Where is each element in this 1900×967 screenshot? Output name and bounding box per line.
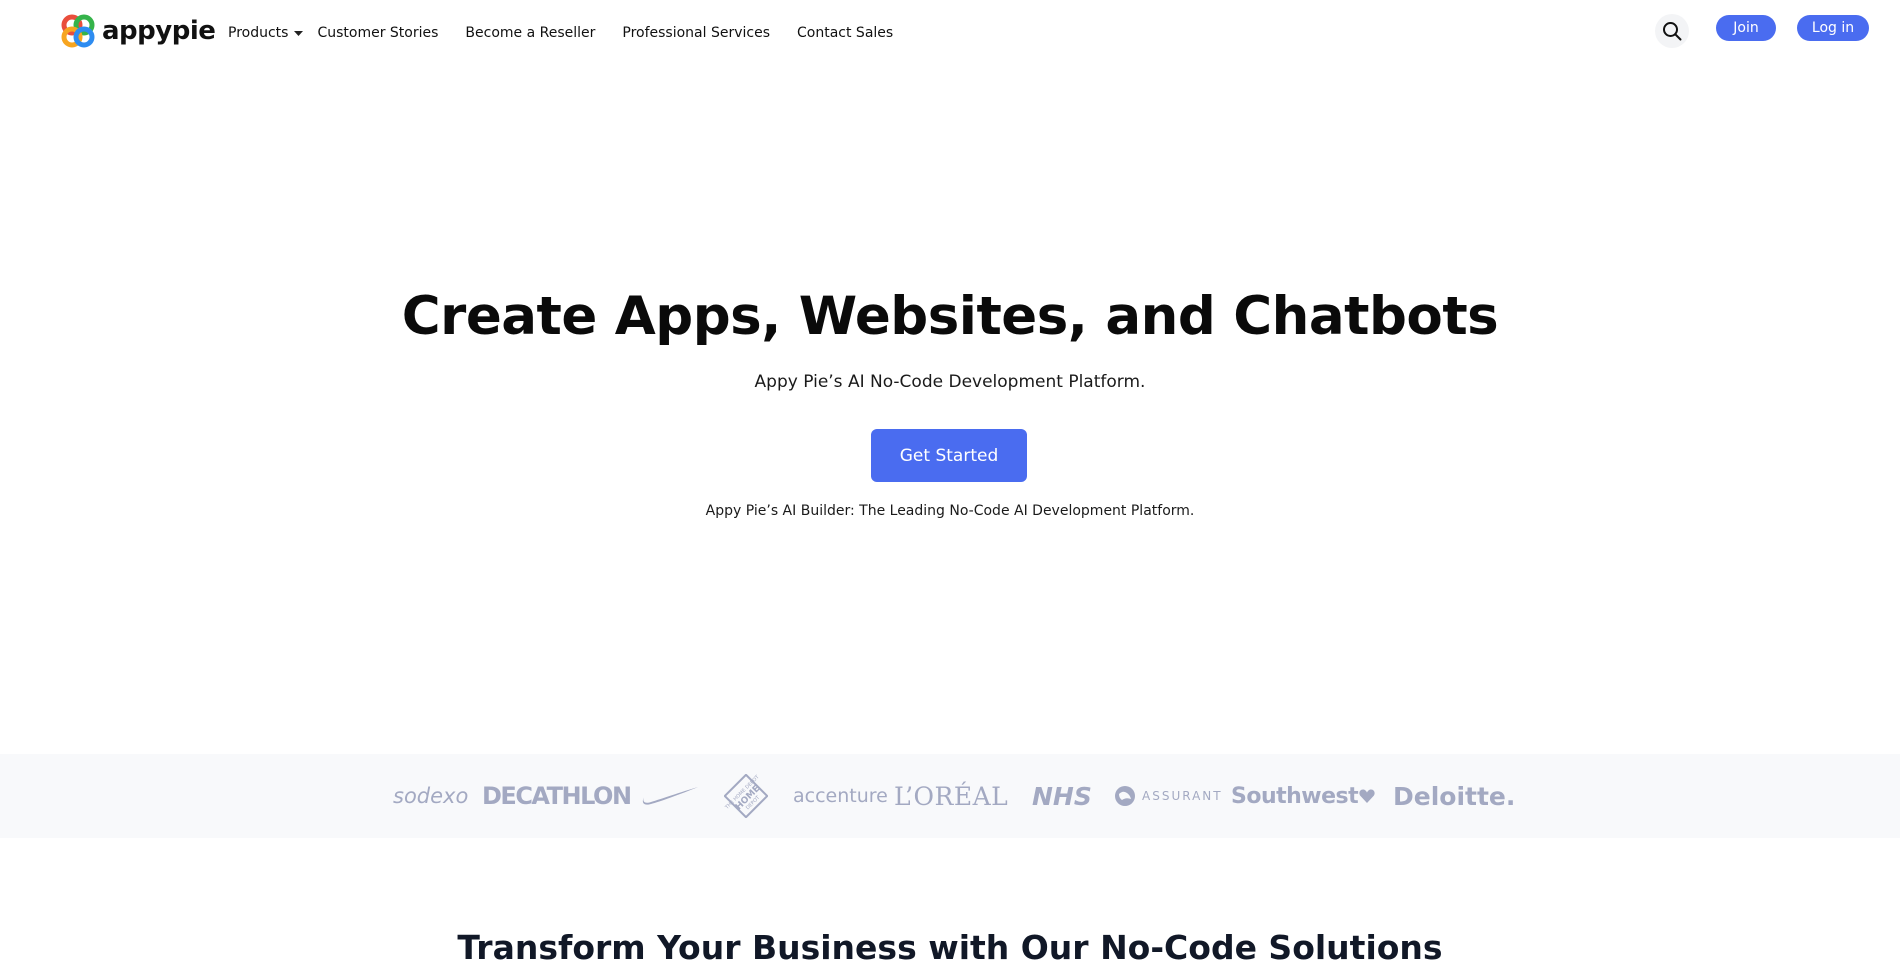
search-icon <box>1663 22 1682 41</box>
decathlon-logo: DECATHLON <box>482 782 632 810</box>
home-depot-logo: THE HOME DEPOT HOME DEPOT <box>724 754 768 838</box>
assurant-text: ASSURANT <box>1142 789 1223 803</box>
join-button[interactable]: Join <box>1716 15 1776 41</box>
hero-note: Appy Pie’s AI Builder: The Leading No-Co… <box>705 503 1195 519</box>
hero-subtitle: Appy Pie’s AI No-Code Development Platfo… <box>754 372 1146 392</box>
chevron-down-icon <box>294 30 304 36</box>
client-logo-strip: sodexo DECATHLON THE HOME DEPOT HOME DEP… <box>0 754 1900 838</box>
loreal-logo: L’ORÉAL <box>894 781 1009 811</box>
logo-text: appypie <box>102 16 216 46</box>
hero-title: Create Apps, Websites, and Chatbots <box>401 286 1499 347</box>
nike-logo <box>641 754 699 838</box>
assurant-globe-icon <box>1115 786 1135 806</box>
login-button[interactable]: Log in <box>1797 15 1869 41</box>
nav-customer-stories[interactable]: Customer Stories <box>317 25 438 41</box>
southwest-text: Southwest <box>1231 783 1359 809</box>
nav-become-reseller[interactable]: Become a Reseller <box>465 25 595 41</box>
nike-swoosh-icon <box>642 787 698 805</box>
section-heading: Transform Your Business with Our No-Code… <box>457 928 1443 967</box>
sodexo-logo: sodexo <box>393 784 469 808</box>
nhs-logo: NHS <box>1032 781 1092 811</box>
accenture-logo: accenture <box>793 785 888 807</box>
assurant-logo: ASSURANT <box>1114 754 1223 838</box>
heart-icon <box>1359 789 1375 803</box>
home-depot-icon: THE HOME DEPOT HOME DEPOT <box>724 774 768 818</box>
deloitte-logo: Deloitte. <box>1393 781 1516 811</box>
nav-contact-sales[interactable]: Contact Sales <box>797 25 893 41</box>
appypie-logo[interactable]: appypie <box>60 13 216 49</box>
main-nav: Products Customer Stories Become a Resel… <box>228 25 920 41</box>
nav-products-label: Products <box>228 25 289 41</box>
southwest-logo: Southwest <box>1231 754 1375 838</box>
search-button[interactable] <box>1655 14 1689 48</box>
get-started-button[interactable]: Get Started <box>871 429 1027 482</box>
appypie-logo-icon <box>61 14 95 48</box>
site-header: appypie Products Customer Stories Become… <box>0 0 1900 70</box>
nav-products[interactable]: Products <box>228 25 304 41</box>
nav-professional-services[interactable]: Professional Services <box>622 25 770 41</box>
